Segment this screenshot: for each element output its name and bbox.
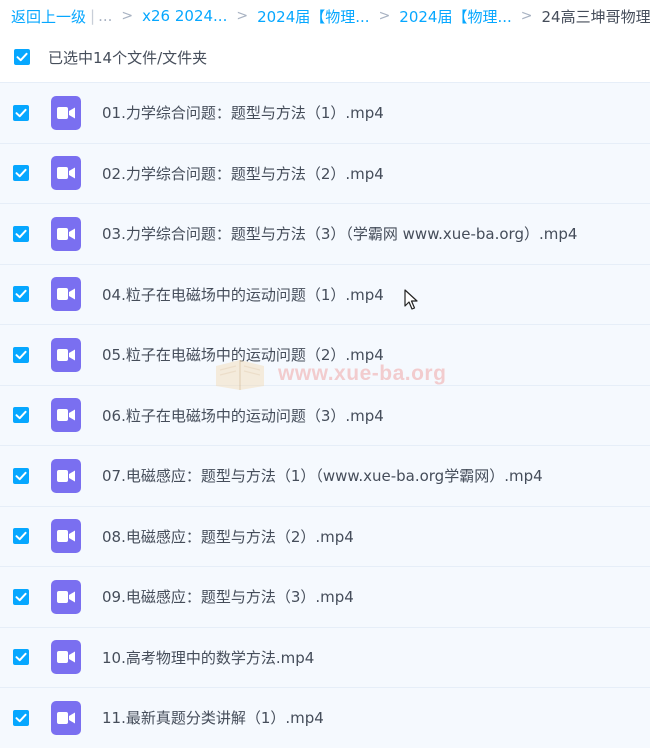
select-all-checkbox[interactable] xyxy=(14,49,30,65)
camera-icon xyxy=(57,590,75,603)
check-icon xyxy=(15,713,27,722)
video-file-icon xyxy=(51,640,81,675)
selection-bar: 已选中14个文件/文件夹 xyxy=(0,38,650,76)
file-row[interactable]: 08.电磁感应：题型与方法（2）.mp4 xyxy=(0,505,650,566)
file-name[interactable]: 08.电磁感应：题型与方法（2）.mp4 xyxy=(102,526,354,547)
camera-icon xyxy=(57,348,75,361)
file-browser: 返回上一级 | ... > x26 2024... > 2024届【物理... … xyxy=(0,0,650,751)
check-icon xyxy=(15,108,27,117)
file-checkbox[interactable] xyxy=(13,104,29,121)
video-file-icon xyxy=(51,95,81,130)
file-row[interactable]: 02.力学综合问题：题型与方法（2）.mp4 xyxy=(0,142,650,203)
file-checkbox[interactable] xyxy=(13,649,29,666)
chevron-right-icon: > xyxy=(236,8,249,24)
chevron-right-icon: > xyxy=(121,8,134,24)
check-icon xyxy=(15,471,27,480)
file-name[interactable]: 07.电磁感应：题型与方法（1）（www.xue-ba.org学霸网）.mp4 xyxy=(102,465,543,486)
camera-icon xyxy=(57,530,75,543)
camera-icon xyxy=(57,711,75,724)
check-icon xyxy=(16,52,28,62)
camera-icon xyxy=(57,409,75,422)
file-name[interactable]: 11.最新真题分类讲解（1）.mp4 xyxy=(102,707,324,728)
file-name[interactable]: 10.高考物理中的数学方法.mp4 xyxy=(102,647,314,668)
file-name[interactable]: 04.粒子在电磁场中的运动问题（1）.mp4 xyxy=(102,284,384,305)
check-icon xyxy=(15,653,27,662)
check-icon xyxy=(15,290,27,299)
check-icon xyxy=(15,592,27,601)
file-row[interactable]: 05.粒子在电磁场中的运动问题（2）.mp4 xyxy=(0,324,650,385)
video-file-icon xyxy=(51,700,81,735)
video-file-icon xyxy=(51,156,81,191)
file-name[interactable]: 05.粒子在电磁场中的运动问题（2）.mp4 xyxy=(102,344,384,365)
camera-icon xyxy=(57,469,75,482)
file-row[interactable]: 09.电磁感应：题型与方法（3）.mp4 xyxy=(0,566,650,627)
breadcrumb-item[interactable]: 2024届【物理... xyxy=(399,6,511,27)
video-file-icon xyxy=(51,277,81,312)
video-file-icon xyxy=(51,398,81,433)
check-icon xyxy=(15,532,27,541)
file-name[interactable]: 03.力学综合问题：题型与方法（3）（学霸网 www.xue-ba.org）.m… xyxy=(102,223,577,244)
file-row[interactable]: 03.力学综合问题：题型与方法（3）（学霸网 www.xue-ba.org）.m… xyxy=(0,203,650,264)
chevron-right-icon: > xyxy=(378,8,391,24)
video-file-icon xyxy=(51,337,81,372)
video-file-icon xyxy=(51,458,81,493)
file-row[interactable]: 04.粒子在电磁场中的运动问题（1）.mp4 xyxy=(0,263,650,324)
file-name[interactable]: 09.电磁感应：题型与方法（3）.mp4 xyxy=(102,586,354,607)
file-checkbox[interactable] xyxy=(13,165,29,182)
file-checkbox[interactable] xyxy=(13,467,29,484)
chevron-right-icon: > xyxy=(520,8,533,24)
video-file-icon xyxy=(51,579,81,614)
file-checkbox[interactable] xyxy=(13,225,29,242)
file-name[interactable]: 06.粒子在电磁场中的运动问题（3）.mp4 xyxy=(102,405,384,426)
video-file-icon xyxy=(51,216,81,251)
file-row[interactable]: 07.电磁感应：题型与方法（1）（www.xue-ba.org学霸网）.mp4 xyxy=(0,445,650,506)
video-file-icon xyxy=(51,519,81,554)
file-checkbox[interactable] xyxy=(13,709,29,726)
breadcrumb-pipe: | xyxy=(90,7,96,25)
breadcrumb-item[interactable]: x26 2024... xyxy=(142,7,227,25)
file-row[interactable]: 01.力学综合问题：题型与方法（1）.mp4 xyxy=(0,82,650,143)
file-name[interactable]: 02.力学综合问题：题型与方法（2）.mp4 xyxy=(102,163,384,184)
file-checkbox[interactable] xyxy=(13,528,29,545)
file-row[interactable]: 06.粒子在电磁场中的运动问题（3）.mp4 xyxy=(0,384,650,445)
check-icon xyxy=(15,350,27,359)
selection-count-label: 已选中14个文件/文件夹 xyxy=(48,48,208,67)
camera-icon xyxy=(57,106,75,119)
file-checkbox[interactable] xyxy=(13,346,29,363)
camera-icon xyxy=(57,651,75,664)
file-list: 01.力学综合问题：题型与方法（1）.mp4 02.力学综合问题：题型与方法（2）… xyxy=(0,82,650,748)
mouse-cursor-icon xyxy=(404,289,418,310)
breadcrumb-current: 24高三坤哥物理. xyxy=(541,7,650,26)
file-row[interactable]: 10.高考物理中的数学方法.mp4 xyxy=(0,626,650,687)
check-icon xyxy=(15,169,27,178)
file-name[interactable]: 01.力学综合问题：题型与方法（1）.mp4 xyxy=(102,102,384,123)
file-row[interactable]: 11.最新真题分类讲解（1）.mp4 xyxy=(0,687,650,748)
camera-icon xyxy=(57,167,75,180)
camera-icon xyxy=(57,288,75,301)
check-icon xyxy=(15,411,27,420)
breadcrumb-item[interactable]: 2024届【物理... xyxy=(257,6,369,27)
check-icon xyxy=(15,229,27,238)
camera-icon xyxy=(57,227,75,240)
file-checkbox[interactable] xyxy=(13,286,29,303)
breadcrumb: 返回上一级 | ... > x26 2024... > 2024届【物理... … xyxy=(0,0,650,32)
breadcrumb-ellipsis[interactable]: ... xyxy=(98,7,112,25)
file-checkbox[interactable] xyxy=(13,407,29,424)
file-checkbox[interactable] xyxy=(13,588,29,605)
back-link[interactable]: 返回上一级 xyxy=(11,6,86,27)
